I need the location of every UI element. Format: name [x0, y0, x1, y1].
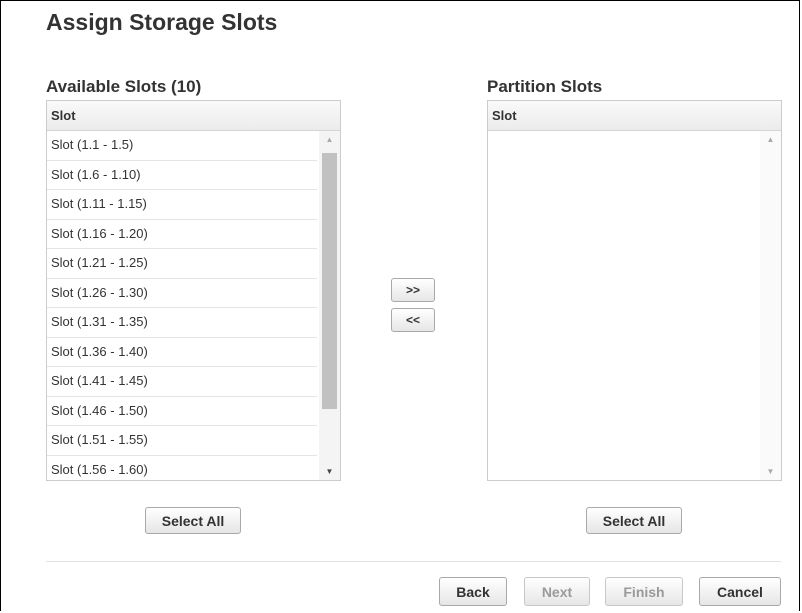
select-all-available-button[interactable]: Select All: [145, 507, 241, 534]
scroll-up-icon[interactable]: ▲: [760, 131, 781, 148]
slot-row[interactable]: Slot (1.11 - 1.15): [47, 190, 317, 220]
slot-row[interactable]: Slot (1.41 - 1.45): [47, 367, 317, 397]
slot-row[interactable]: Slot (1.16 - 1.20): [47, 220, 317, 249]
footer-divider: [46, 561, 781, 562]
wizard-dialog: Assign Storage Slots Available Slots (10…: [0, 0, 800, 611]
slot-row[interactable]: Slot (1.36 - 1.40): [47, 338, 317, 367]
partition-slots-label: Partition Slots: [487, 77, 603, 96]
back-button[interactable]: Back: [439, 577, 507, 606]
remove-from-partition-button[interactable]: <<: [391, 308, 435, 332]
slot-row[interactable]: Slot (1.1 - 1.5): [47, 131, 317, 161]
slot-row[interactable]: Slot (1.21 - 1.25): [47, 249, 317, 279]
slot-row[interactable]: Slot (1.56 - 1.60): [47, 456, 317, 481]
finish-button[interactable]: Finish: [605, 577, 683, 606]
next-button[interactable]: Next: [524, 577, 590, 606]
select-all-partition-button[interactable]: Select All: [586, 507, 682, 534]
available-slot-column-header[interactable]: Slot: [47, 101, 340, 131]
scroll-down-icon[interactable]: ▼: [319, 463, 340, 480]
slot-row[interactable]: Slot (1.46 - 1.50): [47, 397, 317, 426]
slot-row[interactable]: Slot (1.26 - 1.30): [47, 279, 317, 308]
available-slots-rows: Slot (1.1 - 1.5) Slot (1.6 - 1.10) Slot (1…: [47, 131, 317, 480]
partition-scrollbar[interactable]: ▲ ▼: [760, 131, 781, 480]
partition-slots-body[interactable]: ▲ ▼: [488, 131, 781, 480]
add-to-partition-button[interactable]: >>: [391, 278, 435, 302]
slot-row[interactable]: Slot (1.6 - 1.10): [47, 161, 317, 190]
scroll-up-icon[interactable]: ▲: [319, 131, 340, 148]
available-slots-body[interactable]: Slot (1.1 - 1.5) Slot (1.6 - 1.10) Slot (1…: [47, 131, 340, 480]
cancel-button[interactable]: Cancel: [699, 577, 781, 606]
available-slots-list[interactable]: Slot Slot (1.1 - 1.5) Slot (1.6 - 1.10) Sl…: [46, 100, 341, 481]
available-scrollbar[interactable]: ▲ ▼: [319, 131, 340, 480]
available-slots-label: Available Slots (10): [46, 77, 202, 96]
scroll-down-icon[interactable]: ▼: [760, 463, 781, 480]
slot-row[interactable]: Slot (1.31 - 1.35): [47, 308, 317, 338]
page-title: Assign Storage Slots: [46, 9, 278, 35]
scroll-thumb[interactable]: [322, 153, 337, 409]
slot-row[interactable]: Slot (1.51 - 1.55): [47, 426, 317, 456]
partition-slots-list[interactable]: Slot ▲ ▼: [487, 100, 782, 481]
partition-slot-column-header[interactable]: Slot: [488, 101, 781, 131]
